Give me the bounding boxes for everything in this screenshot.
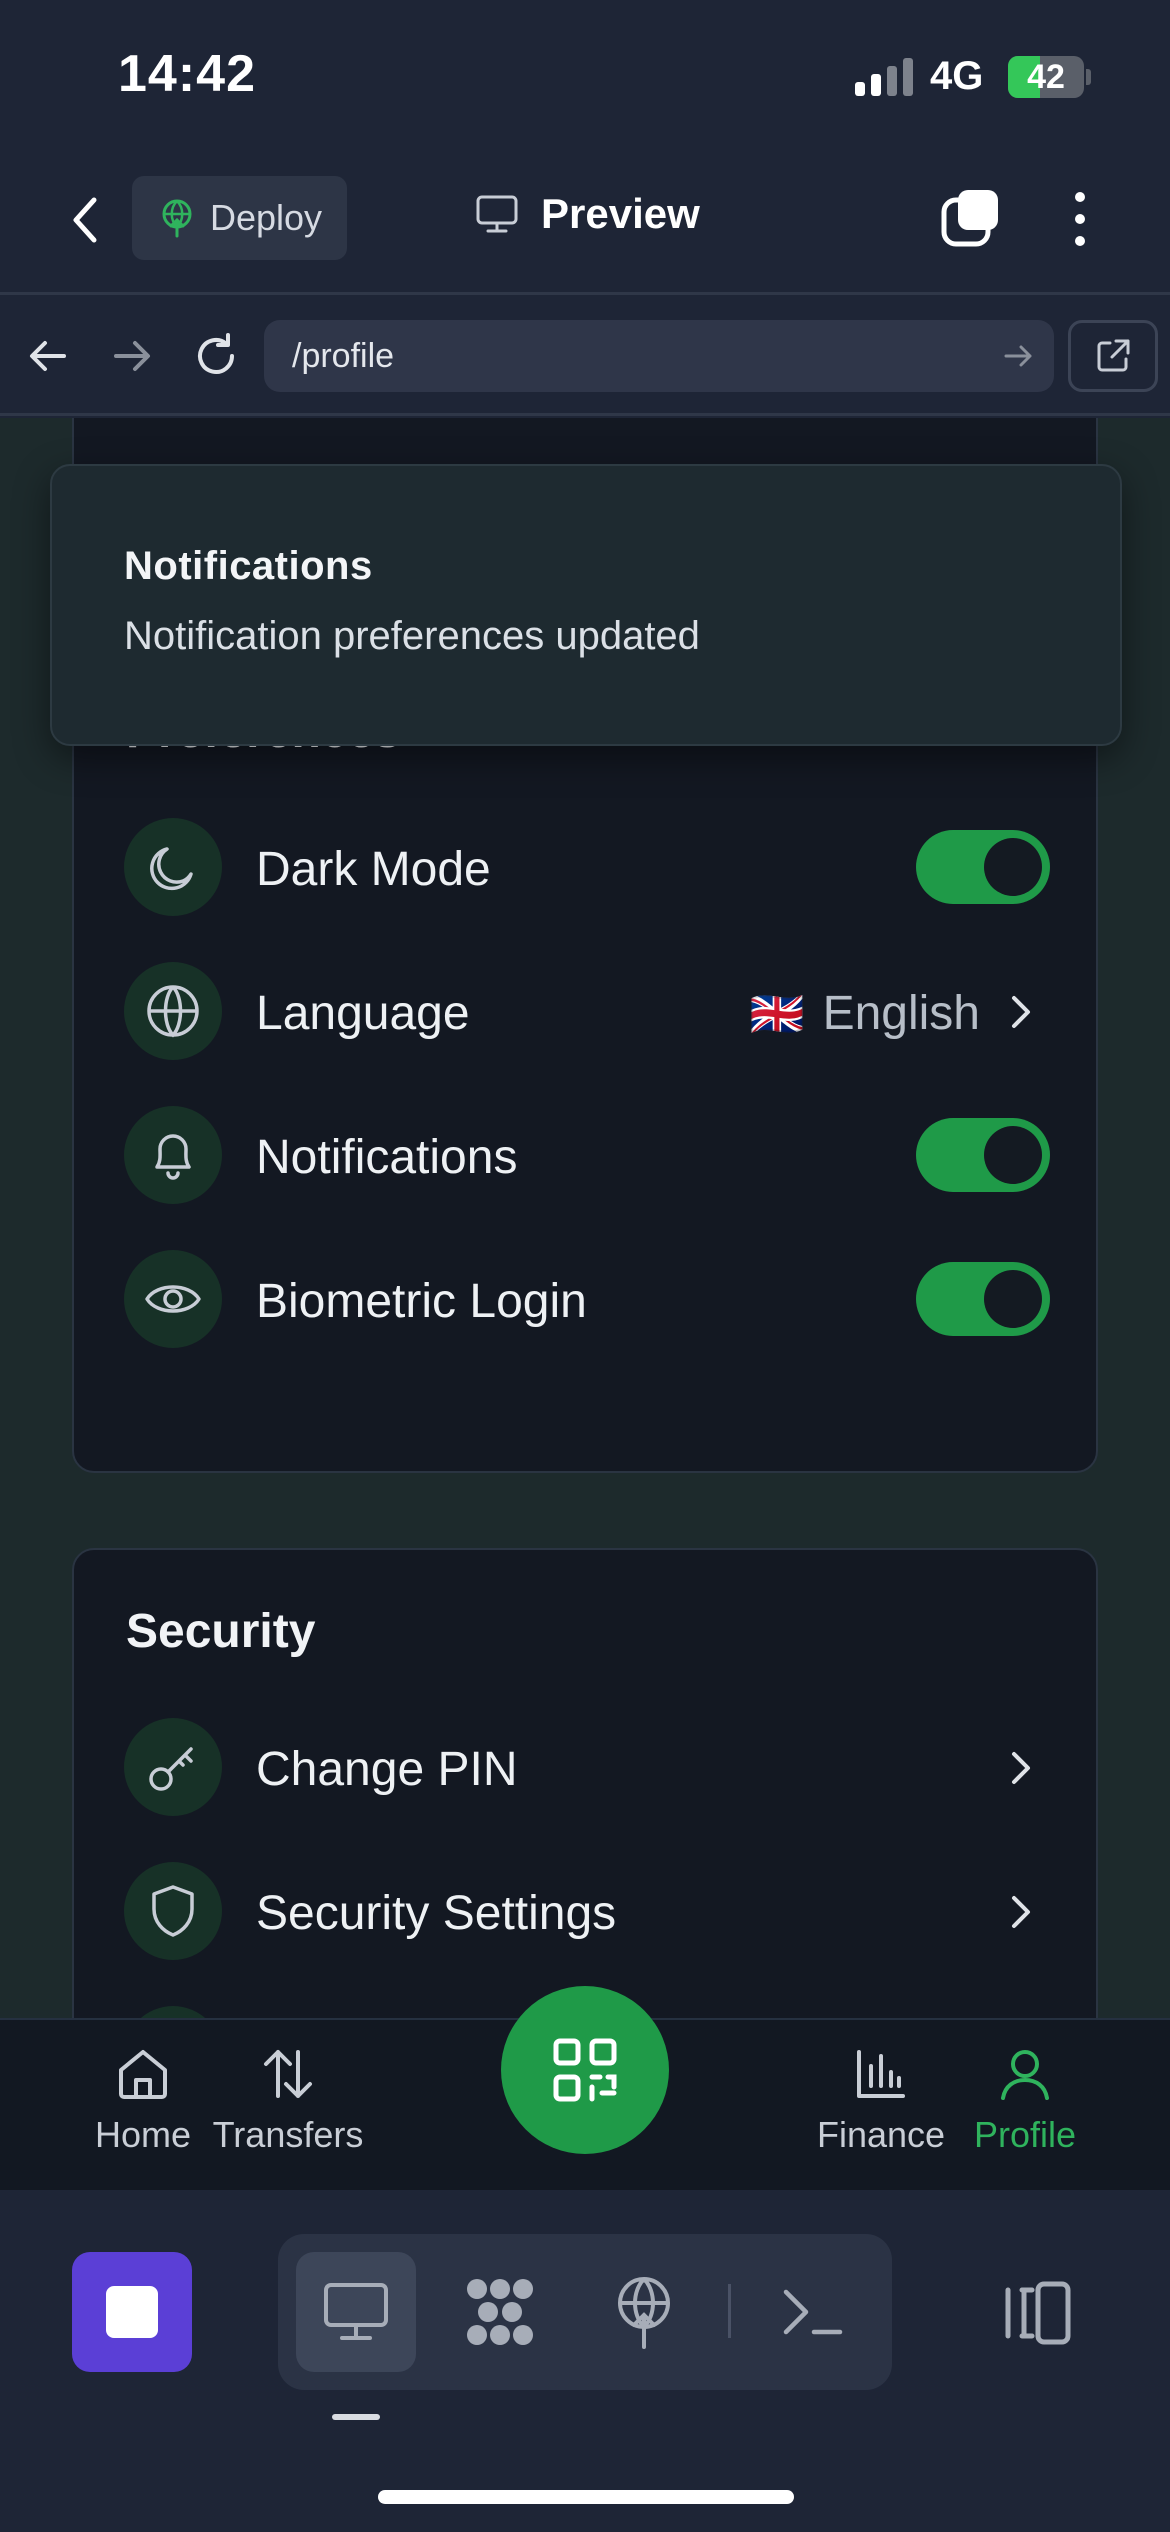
home-icon (119, 2050, 167, 2099)
home-indicator[interactable] (378, 2490, 794, 2504)
dark-mode-toggle[interactable] (916, 830, 1050, 904)
toolbar-divider (728, 2284, 731, 2338)
dev-toolbar (0, 2190, 1170, 2532)
nav-profile-label: Profile (973, 2114, 1077, 2155)
browser-forward-button[interactable] (102, 326, 162, 386)
nav-profile[interactable]: Profile (950, 2046, 1100, 2176)
tabs-button[interactable] (940, 186, 1002, 248)
nav-transfers[interactable]: Transfers (213, 2046, 363, 2176)
uk-flag-icon: 🇬🇧 (749, 989, 805, 1039)
preview-tool-button[interactable] (296, 2252, 416, 2372)
external-link-icon (1097, 339, 1130, 372)
bar-chart-icon (857, 2050, 905, 2098)
terminal-icon (783, 2289, 843, 2335)
terminal-tool-button[interactable] (752, 2252, 872, 2372)
active-tool-indicator (332, 2414, 380, 2420)
stop-button[interactable] (72, 2252, 192, 2372)
url-text: /profile (292, 336, 395, 375)
arrow-right-icon (114, 341, 150, 371)
arrow-left-icon (30, 341, 66, 371)
workflows-tool-button[interactable] (440, 2252, 560, 2372)
toast-message: Notification preferences updated (124, 614, 700, 658)
nav-finance[interactable]: Finance (806, 2046, 956, 2176)
nav-finance-label: Finance (816, 2114, 946, 2155)
bell-icon (124, 1106, 222, 1204)
key-icon (124, 1718, 222, 1816)
deploy-label: Deploy (210, 197, 323, 238)
dark-mode-label: Dark Mode (256, 843, 491, 896)
notifications-row[interactable]: Notifications (124, 1106, 1050, 1206)
deploy-button[interactable]: Deploy (132, 176, 347, 260)
notifications-toggle[interactable] (916, 1118, 1050, 1192)
side-panel-button[interactable] (998, 2278, 1074, 2348)
go-arrow-icon (1004, 345, 1032, 367)
chevron-right-icon (1012, 996, 1030, 1028)
battery-level: 42 (1027, 58, 1065, 96)
nav-transfers-label: Transfers (212, 2114, 364, 2155)
status-time: 14:42 (118, 45, 256, 103)
toast-title: Notifications (124, 544, 373, 588)
tabs-icon (941, 190, 998, 247)
chevron-right-icon (1012, 1752, 1030, 1784)
biometric-login-toggle[interactable] (916, 1262, 1050, 1336)
deploy-globe-icon (618, 2277, 670, 2349)
deploy-globe-icon (162, 199, 192, 238)
monitor-icon (324, 2283, 388, 2340)
open-external-button[interactable] (1068, 320, 1158, 392)
user-icon (1001, 2050, 1049, 2100)
reload-button[interactable] (186, 326, 246, 386)
security-settings-label: Security Settings (256, 1887, 617, 1940)
eye-icon (124, 1250, 222, 1348)
security-settings-row[interactable]: Security Settings (124, 1862, 1050, 1962)
language-row[interactable]: Language 🇬🇧 English (124, 962, 1050, 1062)
security-title: Security (126, 1605, 316, 1658)
browser-back-button[interactable] (18, 326, 78, 386)
notifications-label: Notifications (256, 1131, 518, 1184)
shield-icon (124, 1862, 222, 1960)
biometric-login-row[interactable]: Biometric Login (124, 1250, 1050, 1350)
notification-toast[interactable]: Notifications Notification preferences u… (50, 464, 1122, 746)
browser-bar: /profile (0, 298, 1170, 416)
more-options-button[interactable] (1062, 186, 1098, 252)
battery-icon: 42 (1008, 56, 1084, 98)
dark-mode-row[interactable]: Dark Mode (124, 818, 1050, 918)
language-value: 🇬🇧 English (750, 986, 980, 1041)
biometric-login-label: Biometric Login (256, 1275, 587, 1328)
chevron-left-icon (73, 197, 97, 243)
change-pin-row[interactable]: Change PIN (124, 1718, 1050, 1818)
app-header: Deploy Preview (0, 150, 1170, 295)
transfer-arrows-icon (264, 2050, 312, 2098)
network-type: 4G (930, 54, 984, 98)
language-value-text: English (822, 987, 980, 1040)
language-label: Language (256, 987, 470, 1040)
scan-qr-button[interactable] (501, 1986, 669, 2154)
network-nodes-icon (467, 2279, 533, 2345)
panel-toggle-icon (1005, 2281, 1071, 2345)
back-button[interactable] (60, 190, 110, 250)
stop-icon (106, 2286, 158, 2338)
tool-group (278, 2234, 892, 2390)
url-input[interactable]: /profile (264, 320, 1054, 392)
moon-icon (124, 818, 222, 916)
preview-tab[interactable]: Preview (475, 190, 700, 238)
chevron-right-icon (1012, 1896, 1030, 1928)
row-icon (124, 2006, 222, 2018)
signal-icon (855, 58, 915, 96)
nav-home[interactable]: Home (68, 2046, 218, 2176)
bottom-navigation: Home Transfers Finance Profile (0, 1986, 1170, 2190)
monitor-icon (476, 195, 518, 233)
change-pin-label: Change PIN (256, 1743, 518, 1796)
status-bar: 14:42 4G 42 (0, 0, 1170, 150)
reload-icon (198, 333, 234, 374)
security-card: Security Change PIN Security Settings (72, 1548, 1098, 2018)
page-content: Preferences Dark Mode Language 🇬🇧 Englis… (0, 418, 1170, 2018)
qr-code-icon (553, 2038, 617, 2102)
globe-icon (124, 962, 222, 1060)
nav-home-label: Home (94, 2114, 192, 2155)
deploy-tool-button[interactable] (584, 2252, 704, 2372)
preview-label: Preview (541, 190, 700, 237)
